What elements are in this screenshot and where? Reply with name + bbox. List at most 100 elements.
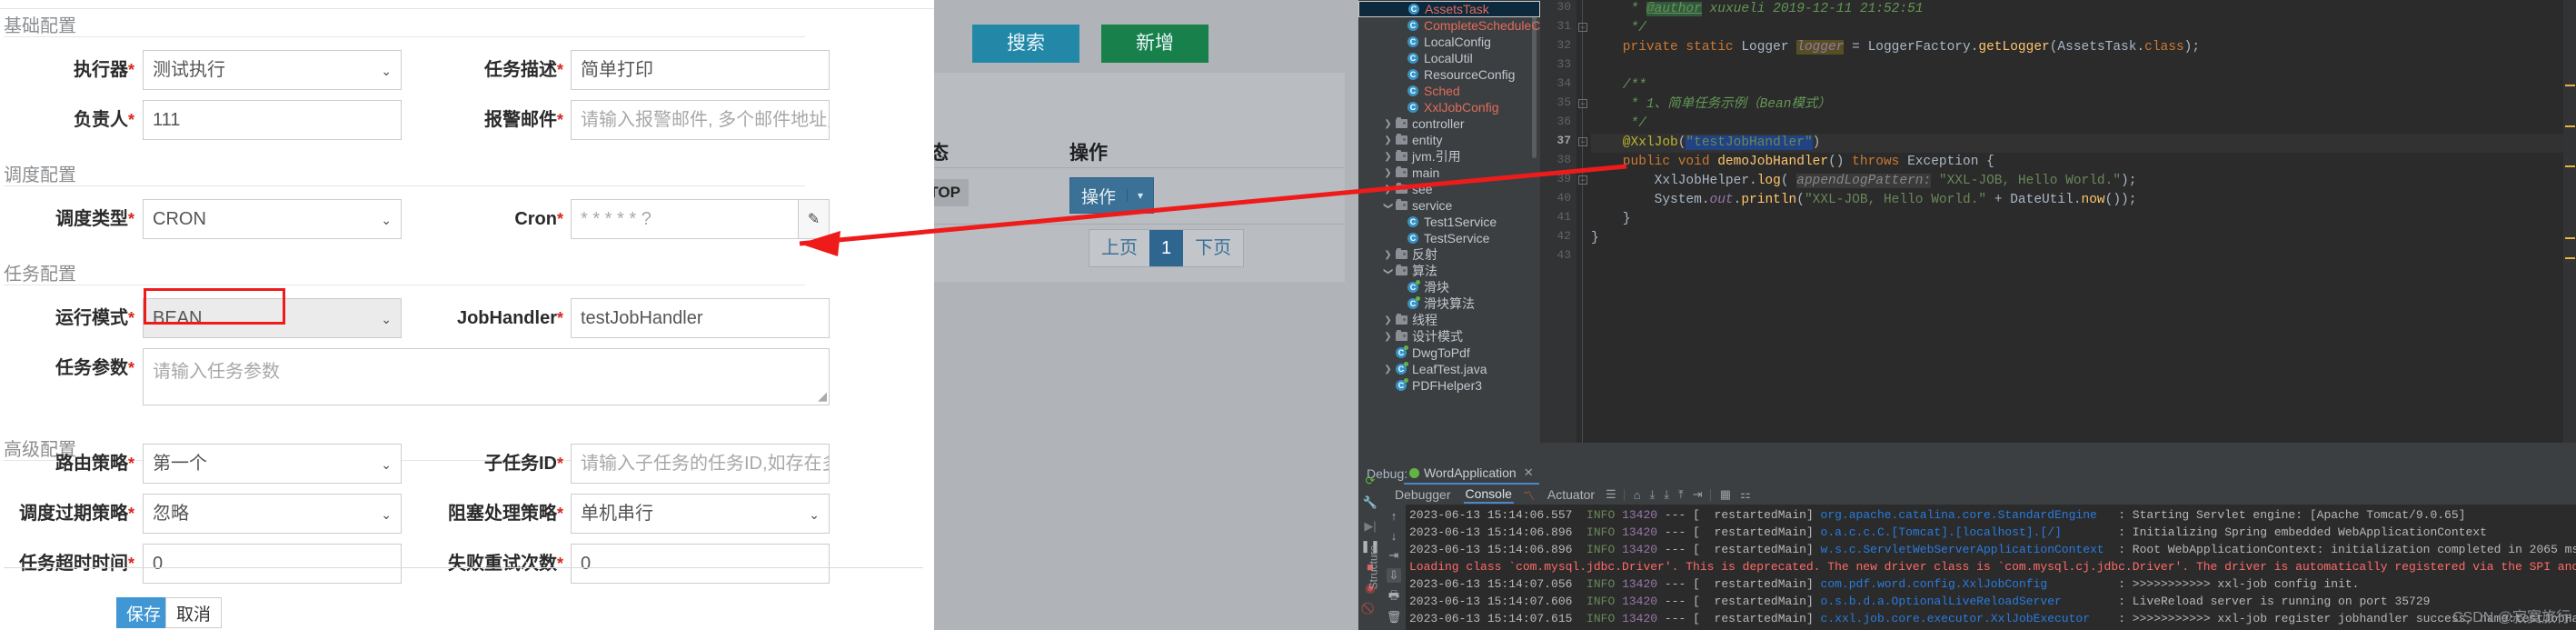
tab-debugger[interactable]: Debugger: [1393, 486, 1453, 503]
backdrop-pagination[interactable]: 上页 1 下页: [1089, 229, 1245, 267]
editor-marker-bar[interactable]: [2563, 0, 2576, 443]
tab-console[interactable]: Console: [1463, 485, 1514, 504]
resize-grip-icon[interactable]: ◢: [818, 389, 827, 404]
pager-next[interactable]: 下页: [1183, 230, 1244, 266]
tree-node[interactable]: ❯ see: [1382, 181, 1432, 197]
chevron-right-icon[interactable]: ❯: [1382, 315, 1394, 325]
tree-node[interactable]: C PDFHelper3: [1382, 377, 1482, 394]
tree-node[interactable]: ❯ C LeafTest.java: [1382, 361, 1487, 377]
backdrop-search-button[interactable]: 搜索: [972, 25, 1079, 63]
tree-node[interactable]: ❯ service: [1382, 197, 1452, 214]
field-cron[interactable]: * * * * * ? ✎: [571, 199, 830, 239]
chevron-right-icon[interactable]: ❯: [1382, 365, 1394, 375]
cancel-button[interactable]: 取消: [165, 597, 223, 628]
child-task-id-input[interactable]: 请输入子任务的任务ID,如存在多个则逗号分隔: [571, 444, 830, 484]
editor-marker[interactable]: [2565, 165, 2575, 167]
editor-marker[interactable]: [2565, 85, 2575, 86]
force-step-into-icon[interactable]: ⤒: [1678, 487, 1684, 502]
fold-marker-icon[interactable]: −: [1578, 137, 1587, 146]
tree-node[interactable]: ❯ entity: [1382, 132, 1442, 148]
field-timeout[interactable]: 0: [143, 544, 402, 584]
tab-actuator[interactable]: Actuator: [1546, 486, 1596, 503]
tree-node[interactable]: ❯ 设计模式: [1382, 328, 1463, 345]
scroll-up-icon[interactable]: ↑: [1387, 508, 1401, 523]
field-task-params[interactable]: 请输入任务参数 ◢: [143, 348, 830, 405]
code-content[interactable]: * @author xuxueli 2019-12-11 21:52:51 */…: [1591, 0, 2576, 443]
retry-count-input[interactable]: 0: [571, 544, 830, 584]
tree-node[interactable]: C Sched: [1394, 83, 1460, 99]
fold-marker-icon[interactable]: −: [1578, 99, 1587, 108]
tree-node[interactable]: C CompleteScheduleConfig: [1394, 17, 1540, 34]
step-over-icon[interactable]: ⤓: [1650, 487, 1656, 502]
alarm-email-input[interactable]: 请输入报警邮件, 多个邮件地址则逗号分隔: [571, 100, 830, 140]
tree-node[interactable]: ❯ jvm.引用: [1382, 148, 1460, 165]
fold-marker-icon[interactable]: −: [1578, 23, 1587, 32]
pager-prev[interactable]: 上页: [1089, 230, 1149, 266]
tree-node[interactable]: C ResourceConfig: [1394, 66, 1515, 83]
project-tree[interactable]: CAssetsTaskCCompleteScheduleConfigCLocal…: [1358, 0, 1540, 443]
backdrop-action-dropdown[interactable]: 操作 ▾: [1069, 177, 1155, 214]
tree-node[interactable]: C AssetsTask: [1358, 1, 1540, 17]
chevron-right-icon[interactable]: ❯: [1382, 168, 1394, 178]
trash-icon[interactable]: 🗑: [1387, 610, 1402, 625]
schedule-type-select[interactable]: CRON ⌄: [143, 199, 402, 239]
field-misfire-strategy[interactable]: 忽略 ⌄: [143, 494, 402, 534]
backdrop-add-button[interactable]: 新增: [1101, 25, 1208, 63]
fold-marker-icon[interactable]: −: [1578, 175, 1587, 185]
field-task-desc[interactable]: 简单打印: [571, 50, 830, 90]
console-output[interactable]: 2023-06-13 15:14:06.557 INFO 13420 --- […: [1406, 505, 2576, 630]
chevron-right-icon[interactable]: ❯: [1382, 152, 1394, 162]
code-editor[interactable]: 293031323334353637383940414243 − − − − *…: [1540, 0, 2576, 443]
field-job-handler[interactable]: testJobHandler: [571, 298, 830, 338]
tree-node[interactable]: ❯ 线程: [1382, 312, 1437, 328]
field-block-strategy[interactable]: 单机串行 ⌄: [571, 494, 830, 534]
close-icon[interactable]: ✕: [1524, 465, 1534, 480]
job-handler-input[interactable]: testJobHandler: [571, 298, 830, 338]
tree-node[interactable]: C XxlJobConfig: [1394, 99, 1499, 115]
block-strategy-select[interactable]: 单机串行 ⌄: [571, 494, 830, 534]
mute-breakpoints-icon[interactable]: ⃠: [1363, 601, 1378, 615]
field-schedule-type[interactable]: CRON ⌄: [143, 199, 402, 239]
soft-wrap-icon[interactable]: ⇥: [1387, 548, 1401, 563]
editor-marker[interactable]: [2565, 257, 2575, 259]
chevron-down-icon[interactable]: ❯: [1383, 265, 1393, 277]
tree-node[interactable]: ❯ 算法: [1382, 263, 1437, 279]
tree-node[interactable]: C DwgToPdf: [1382, 345, 1470, 361]
field-executor[interactable]: 测试执行 ⌄: [143, 50, 402, 90]
tree-node[interactable]: ❯ main: [1382, 165, 1439, 181]
timeout-input[interactable]: 0: [143, 544, 402, 584]
tree-node[interactable]: C 滑块算法: [1394, 295, 1475, 312]
chevron-right-icon[interactable]: ❯: [1382, 332, 1394, 342]
chevron-down-icon[interactable]: ❯: [1383, 200, 1393, 212]
chevron-right-icon[interactable]: ❯: [1382, 250, 1394, 260]
route-strategy-select[interactable]: 第一个 ⌄: [143, 444, 402, 484]
step-out-icon[interactable]: ⌂: [1634, 488, 1641, 502]
field-route-strategy[interactable]: 第一个 ⌄: [143, 444, 402, 484]
run-to-cursor-icon[interactable]: ⇥: [1693, 487, 1703, 502]
settings-icon[interactable]: ⚏: [1740, 487, 1751, 502]
debug-tab-wordapplication[interactable]: WordApplication ✕: [1404, 463, 1539, 485]
task-params-textarea[interactable]: 请输入任务参数 ◢: [143, 348, 830, 405]
task-desc-input[interactable]: 简单打印: [571, 50, 830, 90]
owner-input[interactable]: 111: [143, 100, 402, 140]
field-owner[interactable]: 111: [143, 100, 402, 140]
cron-input[interactable]: * * * * * ?: [571, 199, 799, 239]
rerun-icon[interactable]: ⟳: [1363, 474, 1378, 488]
chevron-right-icon[interactable]: ❯: [1382, 135, 1394, 145]
resume-icon[interactable]: ▶|: [1363, 519, 1378, 534]
pencil-icon[interactable]: ✎: [798, 199, 830, 239]
structure-tool-label[interactable]: Structure: [1367, 545, 1379, 590]
tree-node[interactable]: C LocalConfig: [1394, 34, 1491, 50]
menu-icon[interactable]: ☰: [1606, 487, 1616, 502]
tree-node[interactable]: C 滑块: [1394, 279, 1449, 295]
tree-node[interactable]: C TestService: [1394, 230, 1489, 246]
misfire-strategy-select[interactable]: 忽略 ⌄: [143, 494, 402, 534]
field-child-task-id[interactable]: 请输入子任务的任务ID,如存在多个则逗号分隔: [571, 444, 830, 484]
step-into-icon[interactable]: ⤓: [1664, 487, 1669, 502]
print-icon[interactable]: 🖶: [1387, 588, 1401, 605]
tree-node[interactable]: ❯ 反射: [1382, 246, 1437, 263]
field-retry-count[interactable]: 0: [571, 544, 830, 584]
executor-select[interactable]: 测试执行 ⌄: [143, 50, 402, 90]
editor-marker[interactable]: [2565, 237, 2575, 239]
scroll-to-end-icon[interactable]: ⇩: [1387, 568, 1401, 583]
